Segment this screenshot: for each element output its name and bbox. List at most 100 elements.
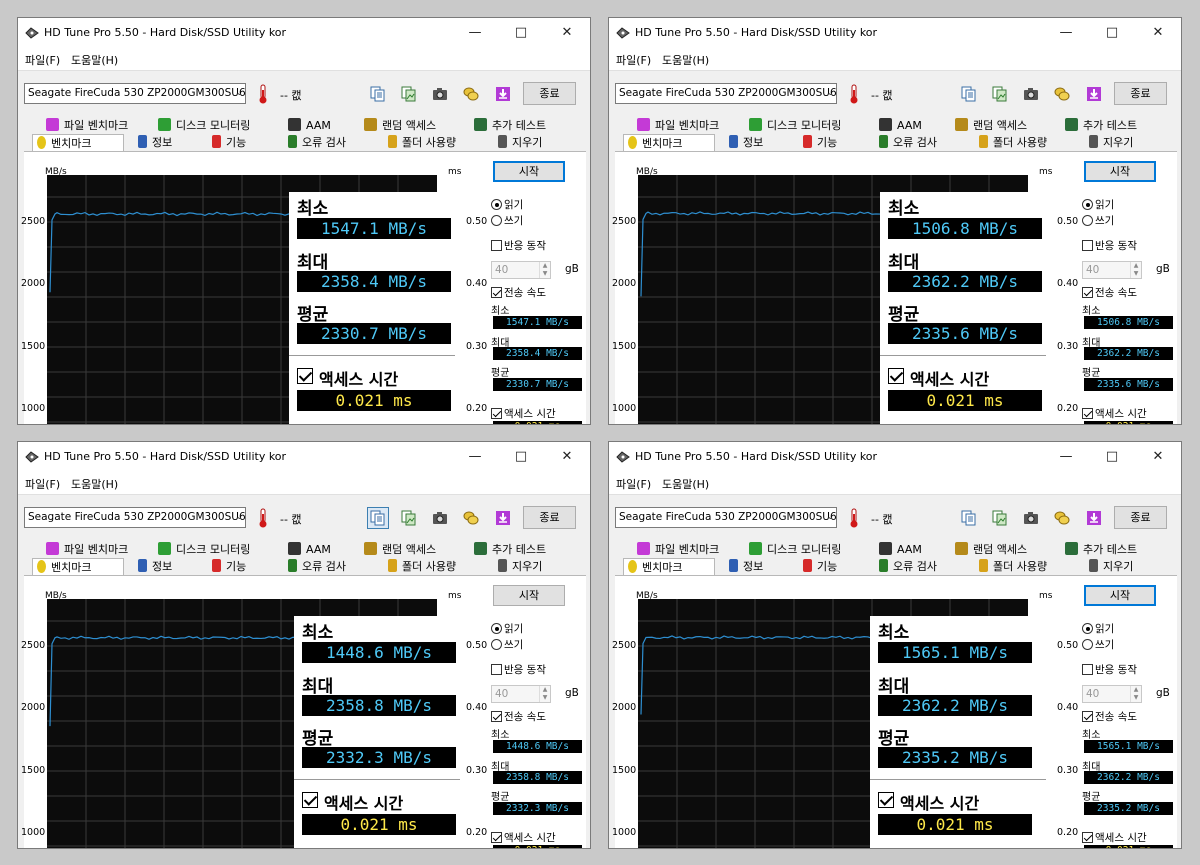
start-button[interactable]: 시작 [1084,585,1156,606]
coins-button[interactable] [1051,507,1073,529]
start-button[interactable]: 시작 [1084,161,1156,182]
read-radio[interactable]: 읽기 [1082,621,1114,636]
copy-text-button[interactable] [367,83,389,105]
camera-button[interactable] [429,507,451,529]
copy-text-button[interactable] [958,83,980,105]
tab-row2-1[interactable]: 정보 [729,134,763,151]
tab-row2-1[interactable]: 정보 [729,558,763,575]
transfer-checkbox[interactable]: 전송 속도 [1082,709,1137,724]
drive-select[interactable]: Seagate FireCuda 530 ZP2000GM300SU6SI ⌄ [615,507,837,528]
menu-file[interactable]: 파일(F) [25,476,60,492]
copy-image-button[interactable] [398,83,420,105]
coins-button[interactable] [460,507,482,529]
tab-row2-0[interactable]: 벤치마크 [623,558,715,576]
repeat-checkbox[interactable]: 반응 동작 [1082,662,1137,677]
copy-image-button[interactable] [398,507,420,529]
save-button[interactable] [492,507,514,529]
tab-row2-4[interactable]: 폴더 사용량 [979,558,1047,575]
tab-row1-0[interactable]: 파일 벤치마크 [46,541,128,558]
drive-select[interactable]: Seagate FireCuda 530 ZP2000GM300SU6SI ⌄ [615,83,837,104]
exit-button[interactable]: 종료 [1114,82,1167,105]
coins-button[interactable] [1051,83,1073,105]
read-radio[interactable]: 읽기 [491,197,523,212]
camera-button[interactable] [1020,83,1042,105]
menu-help[interactable]: 도움말(H) [71,476,118,492]
tab-row2-0[interactable]: 벤치마크 [32,134,124,152]
tab-row1-1[interactable]: 디스크 모니터링 [749,541,841,558]
tab-row2-3[interactable]: 오류 검사 [288,558,346,575]
close-button[interactable]: ✕ [1135,18,1181,48]
tab-row2-3[interactable]: 오류 검사 [288,134,346,151]
tab-row1-0[interactable]: 파일 벤치마크 [637,541,719,558]
tab-row1-4[interactable]: 추가 테스트 [474,541,546,558]
tab-row2-3[interactable]: 오류 검사 [879,134,937,151]
maximize-button[interactable]: □ [498,18,544,48]
read-radio[interactable]: 읽기 [1082,197,1114,212]
tab-row2-0[interactable]: 벤치마크 [32,558,124,576]
menu-help[interactable]: 도움말(H) [662,52,709,68]
tab-row2-2[interactable]: 기능 [212,134,246,151]
drive-select[interactable]: Seagate FireCuda 530 ZP2000GM300SU6SI ⌄ [24,507,246,528]
access-checkbox[interactable]: 액세스 시간 [491,830,556,845]
maximize-button[interactable]: □ [1089,18,1135,48]
maximize-button[interactable]: □ [1089,442,1135,472]
tab-row2-1[interactable]: 정보 [138,558,172,575]
transfer-checkbox[interactable]: 전송 속도 [1082,285,1137,300]
tab-row2-5[interactable]: 지우기 [498,558,542,575]
tab-row1-1[interactable]: 디스크 모니터링 [158,117,250,134]
tab-row1-0[interactable]: 파일 벤치마크 [637,117,719,134]
copy-text-button[interactable] [367,507,389,529]
block-size-spinner[interactable]: 40 ▲ ▼ [1082,261,1142,279]
repeat-checkbox[interactable]: 반응 동작 [491,662,546,677]
write-radio[interactable]: 쓰기 [1082,213,1114,228]
tab-row1-3[interactable]: 랜덤 액세스 [364,541,436,558]
block-size-spinner[interactable]: 40 ▲ ▼ [491,685,551,703]
tab-row2-3[interactable]: 오류 검사 [879,558,937,575]
save-button[interactable] [492,83,514,105]
menu-file[interactable]: 파일(F) [25,52,60,68]
tab-row1-1[interactable]: 디스크 모니터링 [158,541,250,558]
maximize-button[interactable]: □ [498,442,544,472]
start-button[interactable]: 시작 [493,161,565,182]
block-size-spinner[interactable]: 40 ▲ ▼ [491,261,551,279]
save-button[interactable] [1083,83,1105,105]
tab-row2-1[interactable]: 정보 [138,134,172,151]
tab-row2-4[interactable]: 폴더 사용량 [388,558,456,575]
minimize-button[interactable]: — [452,18,498,48]
drive-select[interactable]: Seagate FireCuda 530 ZP2000GM300SU6SI ⌄ [24,83,246,104]
copy-image-button[interactable] [989,83,1011,105]
tab-row2-5[interactable]: 지우기 [1089,134,1133,151]
start-button[interactable]: 시작 [493,585,565,606]
close-button[interactable]: ✕ [544,442,590,472]
tab-row2-5[interactable]: 지우기 [498,134,542,151]
camera-button[interactable] [429,83,451,105]
tab-row1-2[interactable]: AAM [879,117,922,134]
tab-row2-4[interactable]: 폴더 사용량 [388,134,456,151]
transfer-checkbox[interactable]: 전송 속도 [491,285,546,300]
copy-image-button[interactable] [989,507,1011,529]
tab-row2-0[interactable]: 벤치마크 [623,134,715,152]
repeat-checkbox[interactable]: 반응 동작 [1082,238,1137,253]
transfer-checkbox[interactable]: 전송 속도 [491,709,546,724]
tab-row1-3[interactable]: 랜덤 액세스 [955,117,1027,134]
access-checkbox[interactable]: 액세스 시간 [1082,830,1147,845]
exit-button[interactable]: 종료 [523,82,576,105]
tab-row2-2[interactable]: 기능 [212,558,246,575]
tab-row1-2[interactable]: AAM [288,117,331,134]
write-radio[interactable]: 쓰기 [491,213,523,228]
tab-row2-4[interactable]: 폴더 사용량 [979,134,1047,151]
exit-button[interactable]: 종료 [523,506,576,529]
menu-help[interactable]: 도움말(H) [662,476,709,492]
menu-file[interactable]: 파일(F) [616,476,651,492]
close-button[interactable]: ✕ [544,18,590,48]
tab-row1-2[interactable]: AAM [288,541,331,558]
tab-row1-3[interactable]: 랜덤 액세스 [955,541,1027,558]
tab-row1-4[interactable]: 추가 테스트 [1065,541,1137,558]
access-checkbox[interactable]: 액세스 시간 [1082,406,1147,421]
close-button[interactable]: ✕ [1135,442,1181,472]
minimize-button[interactable]: — [1043,18,1089,48]
write-radio[interactable]: 쓰기 [1082,637,1114,652]
tab-row1-4[interactable]: 추가 테스트 [1065,117,1137,134]
copy-text-button[interactable] [958,507,980,529]
tab-row1-3[interactable]: 랜덤 액세스 [364,117,436,134]
